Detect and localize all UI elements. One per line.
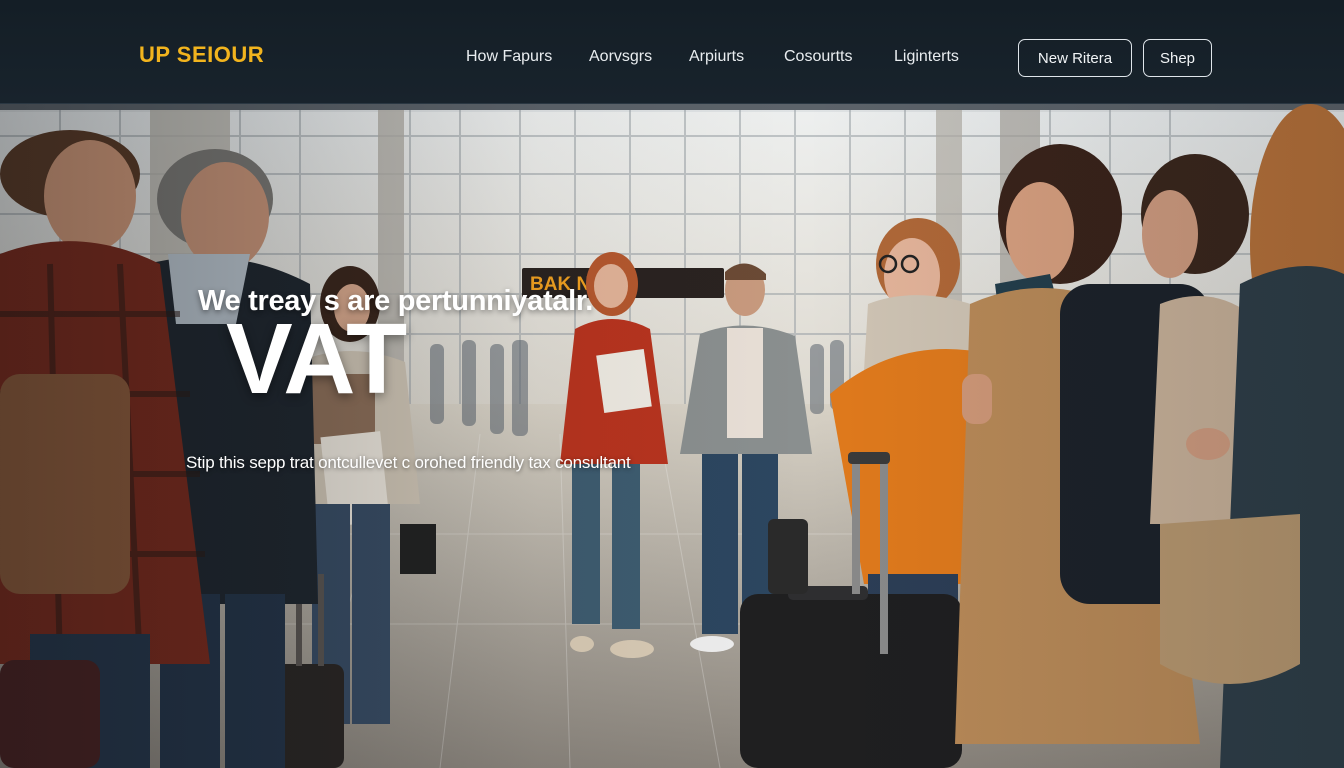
brand-logo[interactable]: UP SEIOUR [139,42,264,68]
nav-link-advisors[interactable]: Aorvsgrs [589,48,652,66]
nav-link-airports[interactable]: Arpiurts [689,48,744,66]
shop-button[interactable]: Shep [1143,39,1212,77]
hero-airport-photo: BAK NTE ▸ [0,104,1344,768]
suitcase-plaid [0,660,100,768]
nav-link-how[interactable]: How Fapurs [466,48,552,66]
hero-subtitle: Stip this sepp trat ontcullevet c orohed… [186,453,631,472]
nav-link-consultants[interactable]: Cosourtts [784,48,852,66]
hero-title: VAT [226,303,407,415]
new-ritera-button[interactable]: New Ritera [1018,39,1132,77]
hero-section: BAK NTE ▸ We treay s are pertunniyatalr.… [0,104,1344,768]
top-navbar: UP SEIOUR How Fapurs Aorvsgrs Arpiurts C… [0,0,1344,104]
nav-link-interests[interactable]: Liginterts [894,48,959,66]
